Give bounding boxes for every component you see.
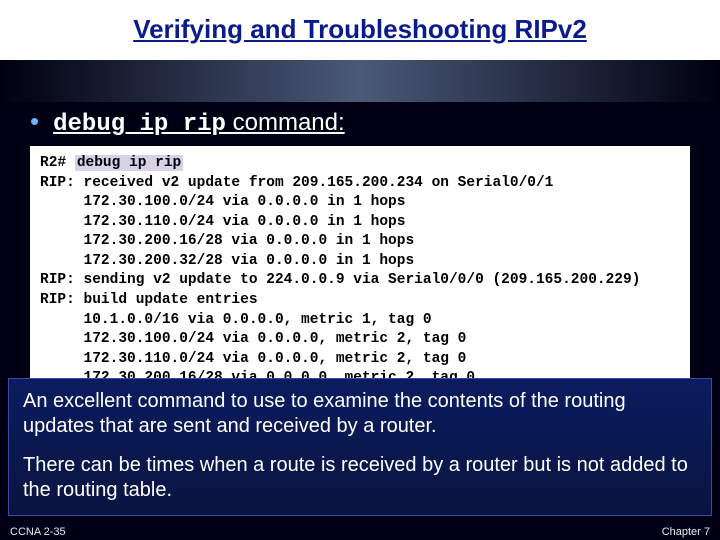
terminal-prompt-host: R2# [40,155,66,171]
info-paragraph-2: There can be times when a route is recei… [23,453,697,503]
terminal-output: R2# debug ip rip RIP: received v2 update… [30,146,690,397]
footer-left: CCNA 2-35 [10,526,66,538]
bullet-command: debug ip rip [53,111,226,138]
terminal-line: 10.1.0.0/16 via 0.0.0.0, metric 1, tag 0 [40,312,432,328]
slide: Verifying and Troubleshooting RIPv2 • de… [0,0,720,540]
slide-footer: CCNA 2-35 Chapter 7 [0,526,720,538]
terminal-line: 172.30.200.16/28 via 0.0.0.0 in 1 hops [40,233,414,249]
terminal-line: 172.30.110.0/24 via 0.0.0.0, metric 2, t… [40,351,466,367]
terminal-line: 172.30.110.0/24 via 0.0.0.0 in 1 hops [40,214,405,230]
bullet-item: • debug ip rip command: [0,102,720,146]
header-gradient [0,60,720,102]
footer-right: Chapter 7 [662,526,710,538]
bullet-text: debug ip rip command: [53,109,345,138]
terminal-line: RIP: build update entries [40,292,258,308]
info-paragraph-1: An excellent command to use to examine t… [23,389,697,439]
terminal-line: 172.30.200.32/28 via 0.0.0.0 in 1 hops [40,253,414,269]
terminal-line: RIP: sending v2 update to 224.0.0.9 via … [40,272,640,288]
bullet-icon: • [30,108,39,134]
slide-title: Verifying and Troubleshooting RIPv2 [0,0,720,60]
terminal-line: 172.30.100.0/24 via 0.0.0.0, metric 2, t… [40,331,466,347]
bullet-suffix: command: [226,109,345,136]
terminal-prompt-cmd: debug ip rip [75,155,183,171]
terminal-line: 172.30.100.0/24 via 0.0.0.0 in 1 hops [40,194,405,210]
info-box: An excellent command to use to examine t… [8,378,712,516]
terminal-line: RIP: received v2 update from 209.165.200… [40,175,553,191]
